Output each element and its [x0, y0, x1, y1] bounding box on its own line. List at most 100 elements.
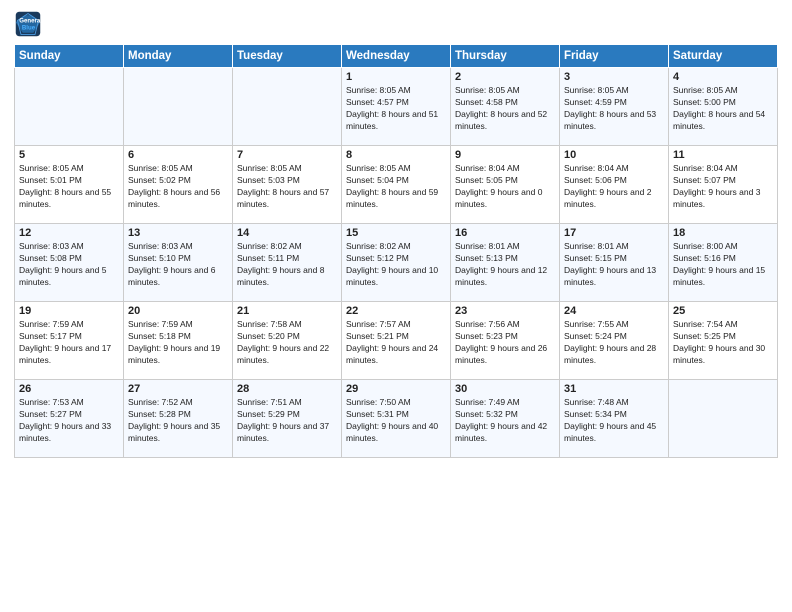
weekday-header-monday: Monday: [124, 45, 233, 68]
logo: General Blue: [14, 10, 46, 38]
day-number: 31: [564, 383, 664, 395]
day-info: Sunrise: 8:05 AM Sunset: 4:59 PM Dayligh…: [564, 85, 664, 133]
calendar-cell: 12Sunrise: 8:03 AM Sunset: 5:08 PM Dayli…: [15, 224, 124, 302]
day-info: Sunrise: 7:51 AM Sunset: 5:29 PM Dayligh…: [237, 397, 337, 445]
calendar-cell: 13 Sunrise: 8:03 AM Sunset: 5:10 PM Dayli…: [124, 224, 233, 302]
calendar-week-5: 26Sunrise: 7:53 AM Sunset: 5:27 PM Dayli…: [15, 380, 778, 458]
day-info: Sunrise: 8:05 AM Sunset: 4:58 PM Dayligh…: [455, 85, 555, 133]
calendar-cell: 17 Sunrise: 8:01 AM Sunset: 5:15 PM Dayli…: [560, 224, 669, 302]
calendar-cell: 16 Sunrise: 8:01 AM Sunset: 5:13 PM Dayli…: [451, 224, 560, 302]
day-info: Sunrise: 8:02 AM Sunset: 5:12 PM Dayligh…: [346, 241, 446, 289]
day-info: Sunrise: 8:05 AM Sunset: 5:03 PM Dayligh…: [237, 163, 337, 211]
day-number: 28: [237, 383, 337, 395]
day-number: 11: [673, 149, 773, 161]
calendar-cell: 24 Sunrise: 7:55 AM Sunset: 5:24 PM Dayli…: [560, 302, 669, 380]
calendar-cell: 15 Sunrise: 8:02 AM Sunset: 5:12 PM Dayli…: [342, 224, 451, 302]
calendar-cell: 30Sunrise: 7:49 AM Sunset: 5:32 PM Dayli…: [451, 380, 560, 458]
calendar-cell: 8 Sunrise: 8:05 AM Sunset: 5:04 PM Daylig…: [342, 146, 451, 224]
calendar-cell: 9 Sunrise: 8:04 AM Sunset: 5:05 PM Daylig…: [451, 146, 560, 224]
day-number: 4: [673, 71, 773, 83]
calendar-cell: 6Sunrise: 8:05 AM Sunset: 5:02 PM Daylig…: [124, 146, 233, 224]
day-info: Sunrise: 8:03 AM Sunset: 5:10 PM Dayligh…: [128, 241, 228, 289]
day-info: Sunrise: 8:05 AM Sunset: 5:01 PM Dayligh…: [19, 163, 119, 211]
day-info: Sunrise: 8:04 AM Sunset: 5:06 PM Dayligh…: [564, 163, 664, 211]
day-info: Sunrise: 8:05 AM Sunset: 5:04 PM Dayligh…: [346, 163, 446, 211]
day-info: Sunrise: 7:58 AM Sunset: 5:20 PM Dayligh…: [237, 319, 337, 367]
day-number: 2: [455, 71, 555, 83]
calendar-cell: [15, 68, 124, 146]
calendar-cell: 7 Sunrise: 8:05 AM Sunset: 5:03 PM Daylig…: [233, 146, 342, 224]
calendar-cell: 4 Sunrise: 8:05 AM Sunset: 5:00 PM Daylig…: [669, 68, 778, 146]
day-number: 29: [346, 383, 446, 395]
day-number: 7: [237, 149, 337, 161]
svg-text:General: General: [19, 17, 42, 24]
day-number: 16: [455, 227, 555, 239]
calendar-cell: 20Sunrise: 7:59 AM Sunset: 5:18 PM Dayli…: [124, 302, 233, 380]
day-number: 22: [346, 305, 446, 317]
day-number: 26: [19, 383, 119, 395]
calendar-cell: 25 Sunrise: 7:54 AM Sunset: 5:25 PM Dayli…: [669, 302, 778, 380]
day-info: Sunrise: 8:01 AM Sunset: 5:15 PM Dayligh…: [564, 241, 664, 289]
calendar-cell: 14 Sunrise: 8:02 AM Sunset: 5:11 PM Dayli…: [233, 224, 342, 302]
day-info: Sunrise: 7:55 AM Sunset: 5:24 PM Dayligh…: [564, 319, 664, 367]
day-info: Sunrise: 8:04 AM Sunset: 5:05 PM Dayligh…: [455, 163, 555, 211]
calendar-table: SundayMondayTuesdayWednesdayThursdayFrid…: [14, 44, 778, 458]
day-number: 25: [673, 305, 773, 317]
header: General Blue: [14, 10, 778, 38]
day-info: Sunrise: 7:54 AM Sunset: 5:25 PM Dayligh…: [673, 319, 773, 367]
day-number: 13: [128, 227, 228, 239]
day-info: Sunrise: 7:59 AM Sunset: 5:18 PM Dayligh…: [128, 319, 228, 367]
day-number: 8: [346, 149, 446, 161]
day-info: Sunrise: 8:04 AM Sunset: 5:07 PM Dayligh…: [673, 163, 773, 211]
day-number: 17: [564, 227, 664, 239]
weekday-header-friday: Friday: [560, 45, 669, 68]
day-number: 3: [564, 71, 664, 83]
day-info: Sunrise: 8:03 AM Sunset: 5:08 PM Dayligh…: [19, 241, 119, 289]
weekday-header-saturday: Saturday: [669, 45, 778, 68]
calendar-cell: [124, 68, 233, 146]
logo-icon: General Blue: [14, 10, 42, 38]
day-info: Sunrise: 8:01 AM Sunset: 5:13 PM Dayligh…: [455, 241, 555, 289]
calendar-cell: [669, 380, 778, 458]
page-container: General Blue SundayMondayTuesdayWednesda…: [0, 0, 792, 466]
day-number: 23: [455, 305, 555, 317]
day-info: Sunrise: 8:02 AM Sunset: 5:11 PM Dayligh…: [237, 241, 337, 289]
calendar-cell: 29Sunrise: 7:50 AM Sunset: 5:31 PM Dayli…: [342, 380, 451, 458]
calendar-cell: 21 Sunrise: 7:58 AM Sunset: 5:20 PM Dayli…: [233, 302, 342, 380]
day-number: 15: [346, 227, 446, 239]
calendar-cell: 5 Sunrise: 8:05 AM Sunset: 5:01 PM Daylig…: [15, 146, 124, 224]
weekday-header-wednesday: Wednesday: [342, 45, 451, 68]
weekday-header-row: SundayMondayTuesdayWednesdayThursdayFrid…: [15, 45, 778, 68]
calendar-cell: 27 Sunrise: 7:52 AM Sunset: 5:28 PM Dayli…: [124, 380, 233, 458]
day-number: 30: [455, 383, 555, 395]
calendar-cell: 23Sunrise: 7:56 AM Sunset: 5:23 PM Dayli…: [451, 302, 560, 380]
calendar-cell: [233, 68, 342, 146]
calendar-cell: 1Sunrise: 8:05 AM Sunset: 4:57 PM Daylig…: [342, 68, 451, 146]
day-info: Sunrise: 7:59 AM Sunset: 5:17 PM Dayligh…: [19, 319, 119, 367]
weekday-header-thursday: Thursday: [451, 45, 560, 68]
day-info: Sunrise: 8:05 AM Sunset: 5:00 PM Dayligh…: [673, 85, 773, 133]
calendar-week-4: 19 Sunrise: 7:59 AM Sunset: 5:17 PM Dayli…: [15, 302, 778, 380]
day-number: 21: [237, 305, 337, 317]
day-info: Sunrise: 8:05 AM Sunset: 5:02 PM Dayligh…: [128, 163, 228, 211]
day-number: 5: [19, 149, 119, 161]
calendar-cell: 19 Sunrise: 7:59 AM Sunset: 5:17 PM Dayli…: [15, 302, 124, 380]
calendar-cell: 26Sunrise: 7:53 AM Sunset: 5:27 PM Dayli…: [15, 380, 124, 458]
calendar-cell: 2 Sunrise: 8:05 AM Sunset: 4:58 PM Daylig…: [451, 68, 560, 146]
day-info: Sunrise: 7:57 AM Sunset: 5:21 PM Dayligh…: [346, 319, 446, 367]
day-number: 14: [237, 227, 337, 239]
weekday-header-tuesday: Tuesday: [233, 45, 342, 68]
calendar-cell: 10 Sunrise: 8:04 AM Sunset: 5:06 PM Dayli…: [560, 146, 669, 224]
svg-text:Blue: Blue: [22, 24, 36, 31]
day-number: 24: [564, 305, 664, 317]
day-number: 10: [564, 149, 664, 161]
calendar-cell: 28 Sunrise: 7:51 AM Sunset: 5:29 PM Dayli…: [233, 380, 342, 458]
day-info: Sunrise: 7:52 AM Sunset: 5:28 PM Dayligh…: [128, 397, 228, 445]
day-info: Sunrise: 8:05 AM Sunset: 4:57 PM Dayligh…: [346, 85, 446, 133]
calendar-week-2: 5 Sunrise: 8:05 AM Sunset: 5:01 PM Daylig…: [15, 146, 778, 224]
day-number: 19: [19, 305, 119, 317]
day-number: 27: [128, 383, 228, 395]
calendar-cell: 18Sunrise: 8:00 AM Sunset: 5:16 PM Dayli…: [669, 224, 778, 302]
day-info: Sunrise: 7:48 AM Sunset: 5:34 PM Dayligh…: [564, 397, 664, 445]
day-number: 9: [455, 149, 555, 161]
